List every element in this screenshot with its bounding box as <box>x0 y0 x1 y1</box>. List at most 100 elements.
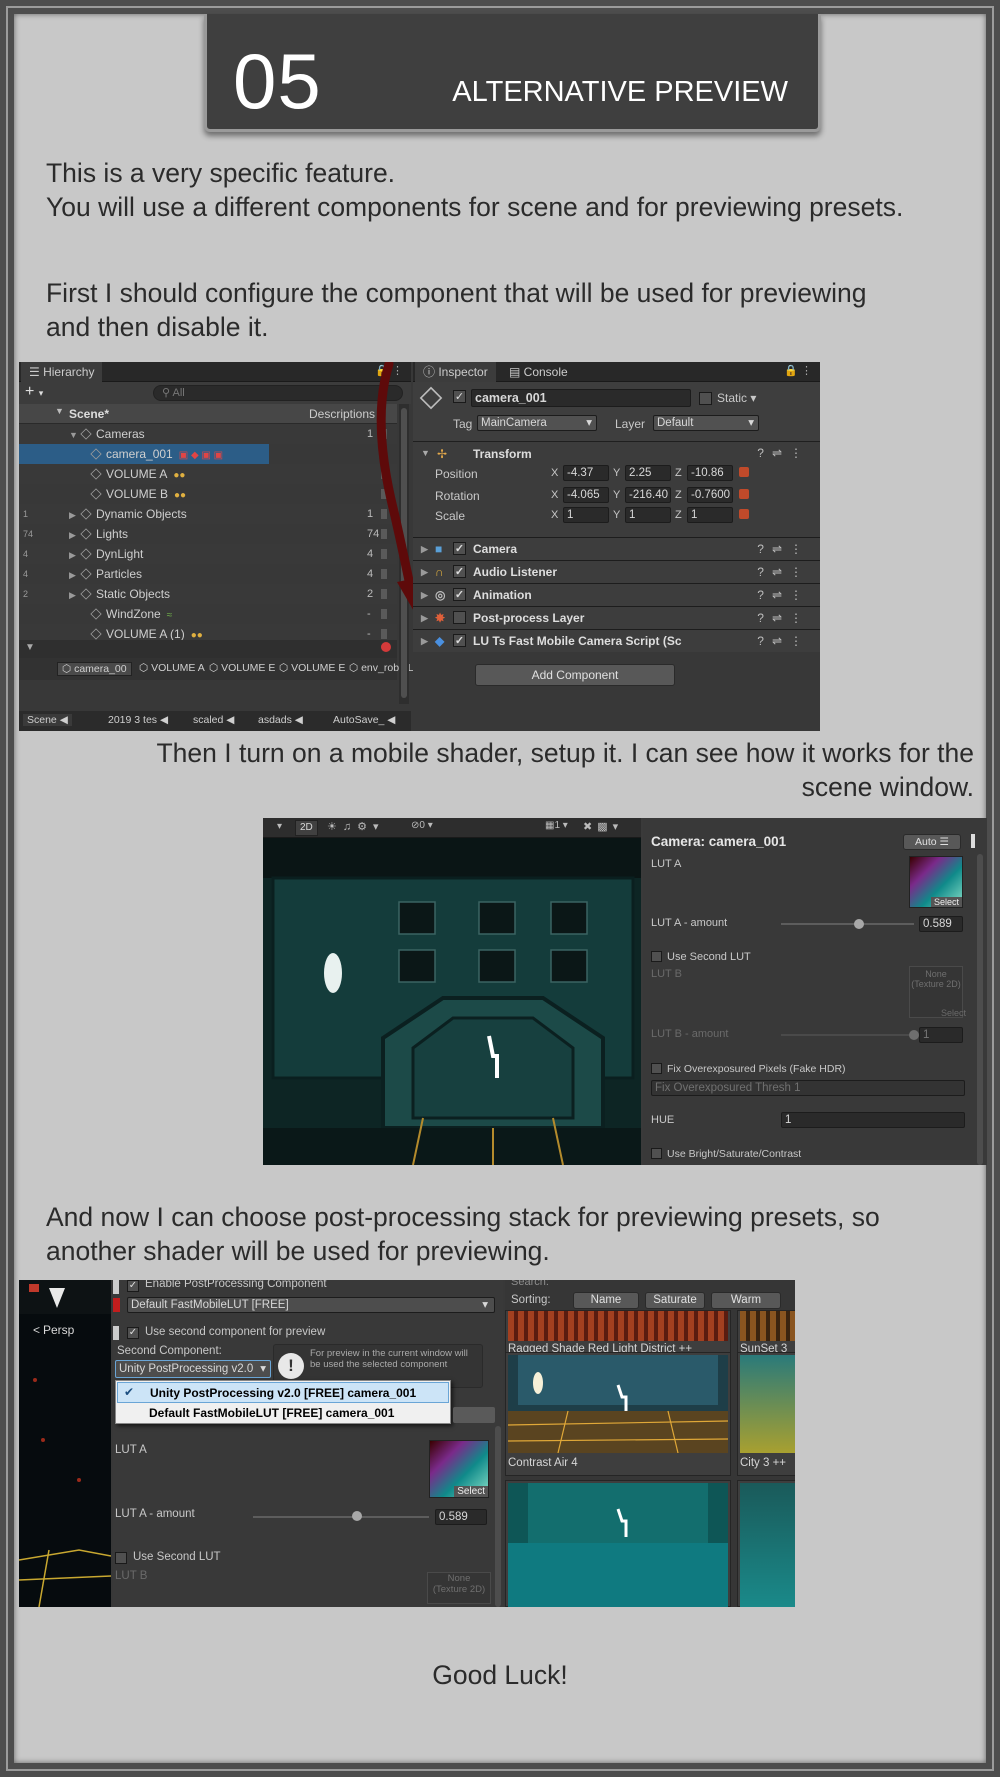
bookmark-item[interactable]: ⬡ VOLUME E <box>205 662 279 674</box>
default-component-dropdown[interactable]: Default FastMobileLUT [FREE] ▾ <box>127 1297 495 1313</box>
hierarchy-row[interactable]: VOLUME A ●● <box>19 464 397 484</box>
preset-card-city[interactable]: City 3 ++ <box>737 1352 795 1476</box>
component-header[interactable]: ▶ ∩ ✓ Audio Listener ?⇌⋮ <box>413 560 820 583</box>
tools-icon[interactable]: ✖▩▾ <box>583 820 623 833</box>
fix-overexposed-checkbox[interactable] <box>651 1063 662 1074</box>
component-header[interactable]: ▶ ◎ ✓ Animation ?⇌⋮ <box>413 583 820 606</box>
lut-b-amount-field[interactable]: 1 <box>919 1027 963 1043</box>
enable-pp-checkbox[interactable]: ✓ <box>127 1280 139 1292</box>
camera-panel-scrollbar[interactable] <box>977 854 983 1165</box>
bookmark-item[interactable]: ⬡ VOLUME E <box>275 662 349 674</box>
lut-a-texture[interactable]: Select <box>909 856 963 908</box>
static-label[interactable]: Static ▾ <box>717 391 756 405</box>
constraint-icon[interactable] <box>739 509 749 519</box>
scene-tab[interactable]: scaled ◀ <box>189 714 238 726</box>
component-tools[interactable]: ?⇌⋮ <box>757 561 810 583</box>
lut-a-select-button[interactable]: Select <box>930 897 962 907</box>
2d-button[interactable]: 2D <box>295 820 318 836</box>
transform-value-field[interactable]: 1 <box>625 507 671 523</box>
transform-value-field[interactable]: -216.40 <box>625 487 671 503</box>
sort-button[interactable]: Saturate <box>645 1292 705 1309</box>
component-enabled-checkbox[interactable]: ✓ <box>453 588 466 601</box>
lut-a-slider-handle[interactable] <box>854 919 865 929</box>
lut-b-select-button[interactable]: Select <box>941 1008 966 1018</box>
static-checkbox[interactable] <box>699 392 712 405</box>
component-tools[interactable]: ?⇌⋮ <box>757 630 810 652</box>
component-enabled-checkbox[interactable]: ✓ <box>453 542 466 555</box>
hierarchy-row[interactable]: 4 ▶ DynLight 4 <box>19 544 397 564</box>
transform-value-field[interactable]: -0.7600 <box>687 487 733 503</box>
second-component-dropdown[interactable]: Unity PostProcessing v2.0 ▾ <box>115 1360 271 1378</box>
lut-a-amount-field[interactable]: 0.589 <box>435 1509 487 1525</box>
transform-value-field[interactable]: 1 <box>563 507 609 523</box>
sort-button[interactable]: Name <box>573 1292 639 1309</box>
component-enabled-checkbox[interactable]: ✓ <box>453 565 466 578</box>
hierarchy-row[interactable]: camera_001 ▣ ◆ ▣ ▣ <box>19 444 387 464</box>
inspector-lock-icon[interactable]: 🔒 ⋮ <box>784 364 812 377</box>
lut-b-slider[interactable] <box>781 1034 914 1036</box>
add-component-button[interactable]: Add Component <box>475 664 675 686</box>
lut-a-slider[interactable] <box>253 1516 429 1518</box>
hierarchy-row[interactable]: ▼ Cameras 1 <box>19 424 397 444</box>
dropdown-option-default-lut[interactable]: Default FastMobileLUT [FREE] camera_001 <box>117 1403 449 1424</box>
object-name-field[interactable]: camera_001 <box>471 389 691 407</box>
transform-value-field[interactable]: 1 <box>687 507 733 523</box>
hidden-objects-icon[interactable]: ⊘0 ▾ <box>411 820 433 831</box>
scene-toggle-icons[interactable]: ☀♫⚙▾ <box>327 820 385 833</box>
scene-tab[interactable]: Scene ◀ <box>23 714 72 726</box>
expand-icon[interactable]: ▼ <box>55 406 64 416</box>
hierarchy-row[interactable]: VOLUME B ●● <box>19 484 397 504</box>
hierarchy-row[interactable]: WindZone ≈ - <box>19 604 397 624</box>
tab-hierarchy[interactable]: ☰ Hierarchy <box>21 362 103 382</box>
scene-tab[interactable]: 2019 3 tes ◀ <box>104 714 172 726</box>
transform-value-field[interactable]: -4.37 <box>563 465 609 481</box>
tag-dropdown[interactable]: MainCamera ▾ <box>477 415 597 431</box>
component-tools[interactable]: ?⇌⋮ <box>757 607 810 629</box>
lut-a-slider[interactable] <box>781 923 914 925</box>
grid-icon[interactable]: ▦1 ▾ <box>545 820 568 831</box>
lut-b-slider-handle[interactable] <box>909 1030 919 1040</box>
transform-value-field[interactable]: 2.25 <box>625 465 671 481</box>
hierarchy-row[interactable]: 74 ▶ Lights 74 <box>19 524 397 544</box>
lut-a-amount-field[interactable]: 0.589 <box>919 916 963 932</box>
dropdown-option-unity-pp[interactable]: ✔ Unity PostProcessing v2.0 [FREE] camer… <box>117 1382 449 1403</box>
sort-button[interactable]: Warm <box>711 1292 781 1309</box>
constraint-icon[interactable] <box>739 467 749 477</box>
use-second-lut-checkbox[interactable] <box>651 951 662 962</box>
tab-console[interactable]: ▤ Console <box>501 362 576 382</box>
layer-dropdown[interactable]: Default ▾ <box>653 415 759 431</box>
transform-tools[interactable]: ?⇌⋮ <box>757 446 810 460</box>
component-header[interactable]: ▶ ✸ Post-process Layer ?⇌⋮ <box>413 606 820 629</box>
active-checkbox[interactable]: ✓ <box>453 390 466 403</box>
hierarchy-row[interactable]: 1 ▶ Dynamic Objects 1 <box>19 504 397 524</box>
use-bright-checkbox[interactable] <box>651 1148 662 1159</box>
lut-a-slider-handle[interactable] <box>351 1511 362 1521</box>
preset-card-contrast-air[interactable]: Contrast Air 4 <box>505 1352 731 1476</box>
auto-button[interactable]: Auto ☰ <box>903 834 961 850</box>
add-icon[interactable]: + ▾ <box>25 383 43 401</box>
lut-a-select-button[interactable]: Select <box>454 1486 488 1497</box>
fix-threshold-field[interactable]: Fix Overexposured Thresh 1 <box>651 1080 965 1096</box>
preset-card-teal-2[interactable] <box>737 1480 795 1607</box>
lut-a-texture[interactable]: Select <box>429 1440 489 1498</box>
lut-b-texture[interactable]: None (Texture 2D) <box>427 1572 491 1604</box>
tab-inspector[interactable]: ⓘ Inspector <box>415 362 496 382</box>
transform-value-field[interactable]: -10.86 <box>687 465 733 481</box>
bookmark-item[interactable]: ⬡ camera_00 <box>57 662 132 676</box>
component-header[interactable]: ▶ ◆ ✓ LU Ts Fast Mobile Camera Script (Sc ?⇌… <box>413 629 820 652</box>
use-second-lut-checkbox[interactable] <box>115 1552 127 1564</box>
component-header[interactable]: ▶ ■ ✓ Camera ?⇌⋮ <box>413 537 820 560</box>
preset-card-teal[interactable] <box>505 1480 731 1607</box>
scene-tab[interactable]: asdads ◀ <box>254 714 307 726</box>
hierarchy-row[interactable]: 4 ▶ Particles 4 <box>19 564 397 584</box>
bookmark-item[interactable]: ⬡ VOLUME A <box>135 662 209 674</box>
constraint-icon[interactable] <box>739 489 749 499</box>
hue-field[interactable]: 1 <box>781 1112 965 1128</box>
component-tools[interactable]: ?⇌⋮ <box>757 584 810 606</box>
component-enabled-checkbox[interactable] <box>453 611 466 624</box>
settings-scrollbar[interactable] <box>495 1426 501 1607</box>
scene-tab[interactable]: AutoSave_ ◀ <box>329 714 399 726</box>
component-enabled-checkbox[interactable]: ✓ <box>453 634 466 647</box>
use-second-component-checkbox[interactable]: ✓ <box>127 1327 139 1339</box>
component-tools[interactable]: ?⇌⋮ <box>757 538 810 560</box>
